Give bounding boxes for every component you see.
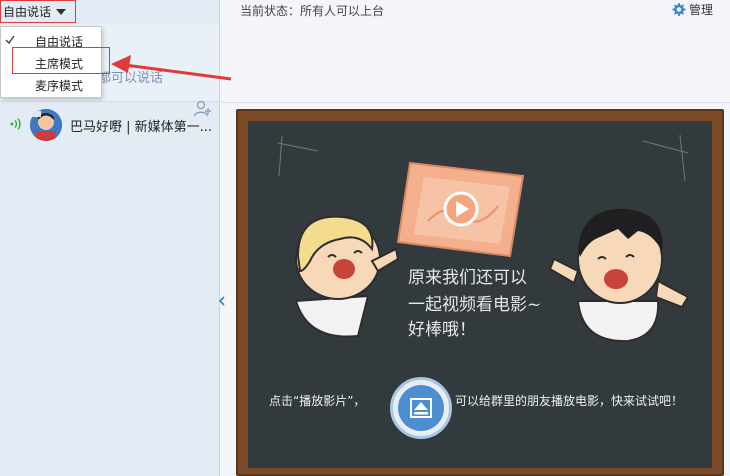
- girl-character-illustration: [294, 215, 400, 338]
- stage-panel: 当前状态：所有人可以上台 管理 原来我们还可以 一起视频看电影~ 好棒哦！ 点击…: [221, 0, 730, 476]
- boy-character-illustration: [548, 208, 690, 343]
- manage-button[interactable]: 管理: [671, 1, 713, 18]
- menu-item-free-speak[interactable]: 自由说话: [1, 29, 101, 51]
- caption-right-text: 可以给群里的朋友播放电影，快来试试吧！: [455, 394, 684, 408]
- checkmark-icon: [5, 35, 15, 45]
- speak-mode-label: 自由说话: [3, 5, 52, 19]
- stage-status-text: 当前状态：所有人可以上台: [240, 4, 385, 18]
- collapse-panel-handle[interactable]: [218, 292, 227, 310]
- divider: [221, 102, 730, 103]
- play-movie-button[interactable]: [390, 377, 452, 439]
- chalk-text-line-2: 一起视频看电影~: [408, 295, 541, 315]
- avatar: [30, 109, 62, 141]
- member-name: 巴马好嘢 | 新媒体第一...: [70, 120, 213, 135]
- speak-mode-dropdown[interactable]: 自由说话: [0, 0, 76, 23]
- eject-play-icon: [410, 398, 432, 418]
- blackboard-frame: 原来我们还可以 一起视频看电影~ 好棒哦！ 点击“播放影片”， 可以给群里的朋友…: [236, 109, 724, 476]
- annotation-arrow: [111, 55, 232, 81]
- play-movie-caption: 点击“播放影片”， 可以给群里的朋友播放电影，快来试试吧！: [269, 377, 709, 439]
- menu-item-label: 自由说话: [35, 35, 84, 49]
- blackboard: 原来我们还可以 一起视频看电影~ 好棒哦！ 点击“播放影片”， 可以给群里的朋友…: [248, 121, 712, 468]
- menu-item-label: 主席模式: [35, 57, 84, 71]
- menu-item-mic-queue-mode[interactable]: 麦序模式: [1, 73, 101, 95]
- caret-down-icon: [56, 8, 67, 15]
- chalk-text-line-1: 原来我们还可以: [408, 268, 527, 288]
- speaking-signal-icon: [10, 118, 21, 130]
- chalk-text-line-3: 好棒哦！: [408, 320, 476, 340]
- caption-left-text: 点击“播放影片”，: [269, 394, 366, 408]
- menu-item-label: 麦序模式: [35, 79, 84, 93]
- gear-icon: [672, 2, 686, 17]
- member-list-item[interactable]: 巴马好嘢 | 新媒体第一...: [0, 106, 219, 142]
- menu-item-chairman-mode[interactable]: 主席模式: [1, 51, 101, 73]
- film-card-illustration: [396, 161, 525, 258]
- manage-label: 管理: [689, 3, 714, 17]
- speak-mode-menu: 自由说话 主席模式 麦序模式: [0, 26, 102, 98]
